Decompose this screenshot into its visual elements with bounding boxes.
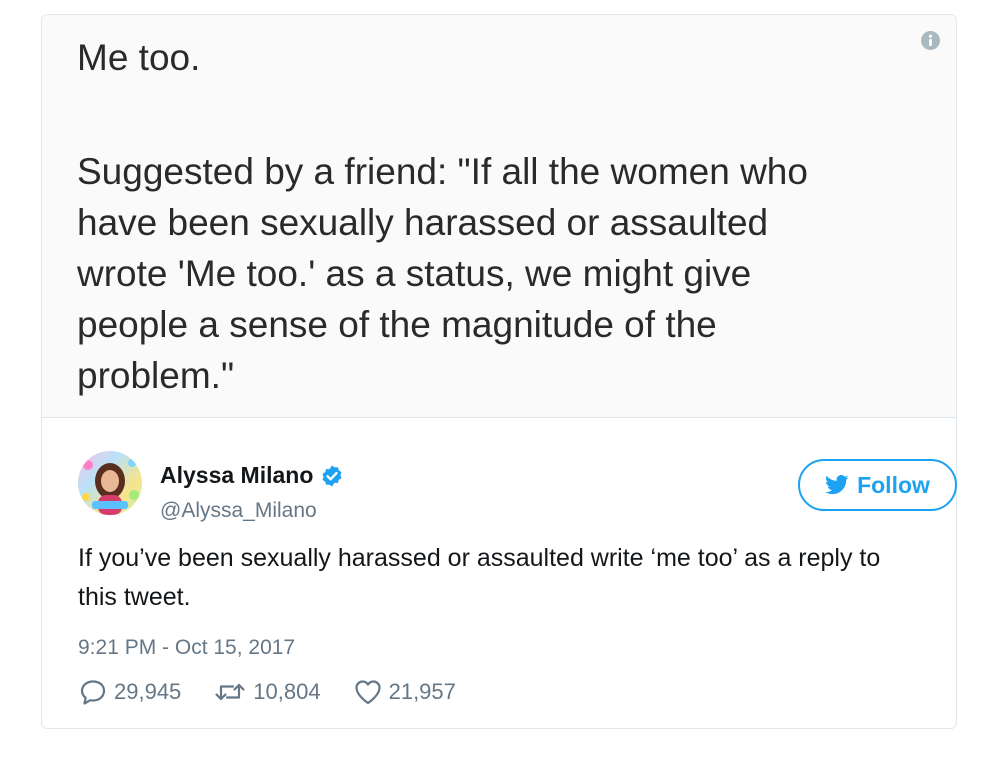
reply-icon [80,680,106,705]
follow-button-label: Follow [857,471,930,498]
screenshot-paragraph: Suggested by a friend: "If all the women… [77,151,808,396]
status-screenshot: Me too. Suggested by a friend: "If all t… [42,15,956,418]
reply-action[interactable]: 29,945 [78,677,181,707]
verified-badge-icon [320,464,344,488]
author-handle[interactable]: @Alyssa_Milano [160,499,317,523]
avatar[interactable] [78,451,142,515]
tweet-text: If you’ve been sexually harassed or assa… [78,544,881,611]
like-count: 21,957 [388,679,456,704]
twitter-bird-icon [825,475,849,495]
reply-count: 29,945 [114,679,182,704]
info-icon[interactable] [921,31,940,50]
like-action[interactable]: 21,957 [353,677,456,707]
retweet-count: 10,804 [253,679,321,704]
follow-button[interactable]: Follow [798,459,957,511]
tweet-timestamp[interactable]: 9:21 PM - Oct 15, 2017 [78,636,295,660]
author-name-line[interactable]: Alyssa Milano [160,462,344,489]
heart-icon [354,680,381,705]
tweet-author: Alyssa Milano @Alyssa_Milano Follow [78,449,957,522]
screenshot-line-1: Me too. [77,37,201,78]
author-display-name: Alyssa Milano [160,462,314,488]
embedded-tweet-card: Me too. Suggested by a friend: "If all t… [41,14,957,729]
retweet-action[interactable]: 10,804 [213,677,321,707]
tweet-actions: 29,945 10,804 21,957 [78,674,488,710]
retweet-icon [215,683,245,701]
